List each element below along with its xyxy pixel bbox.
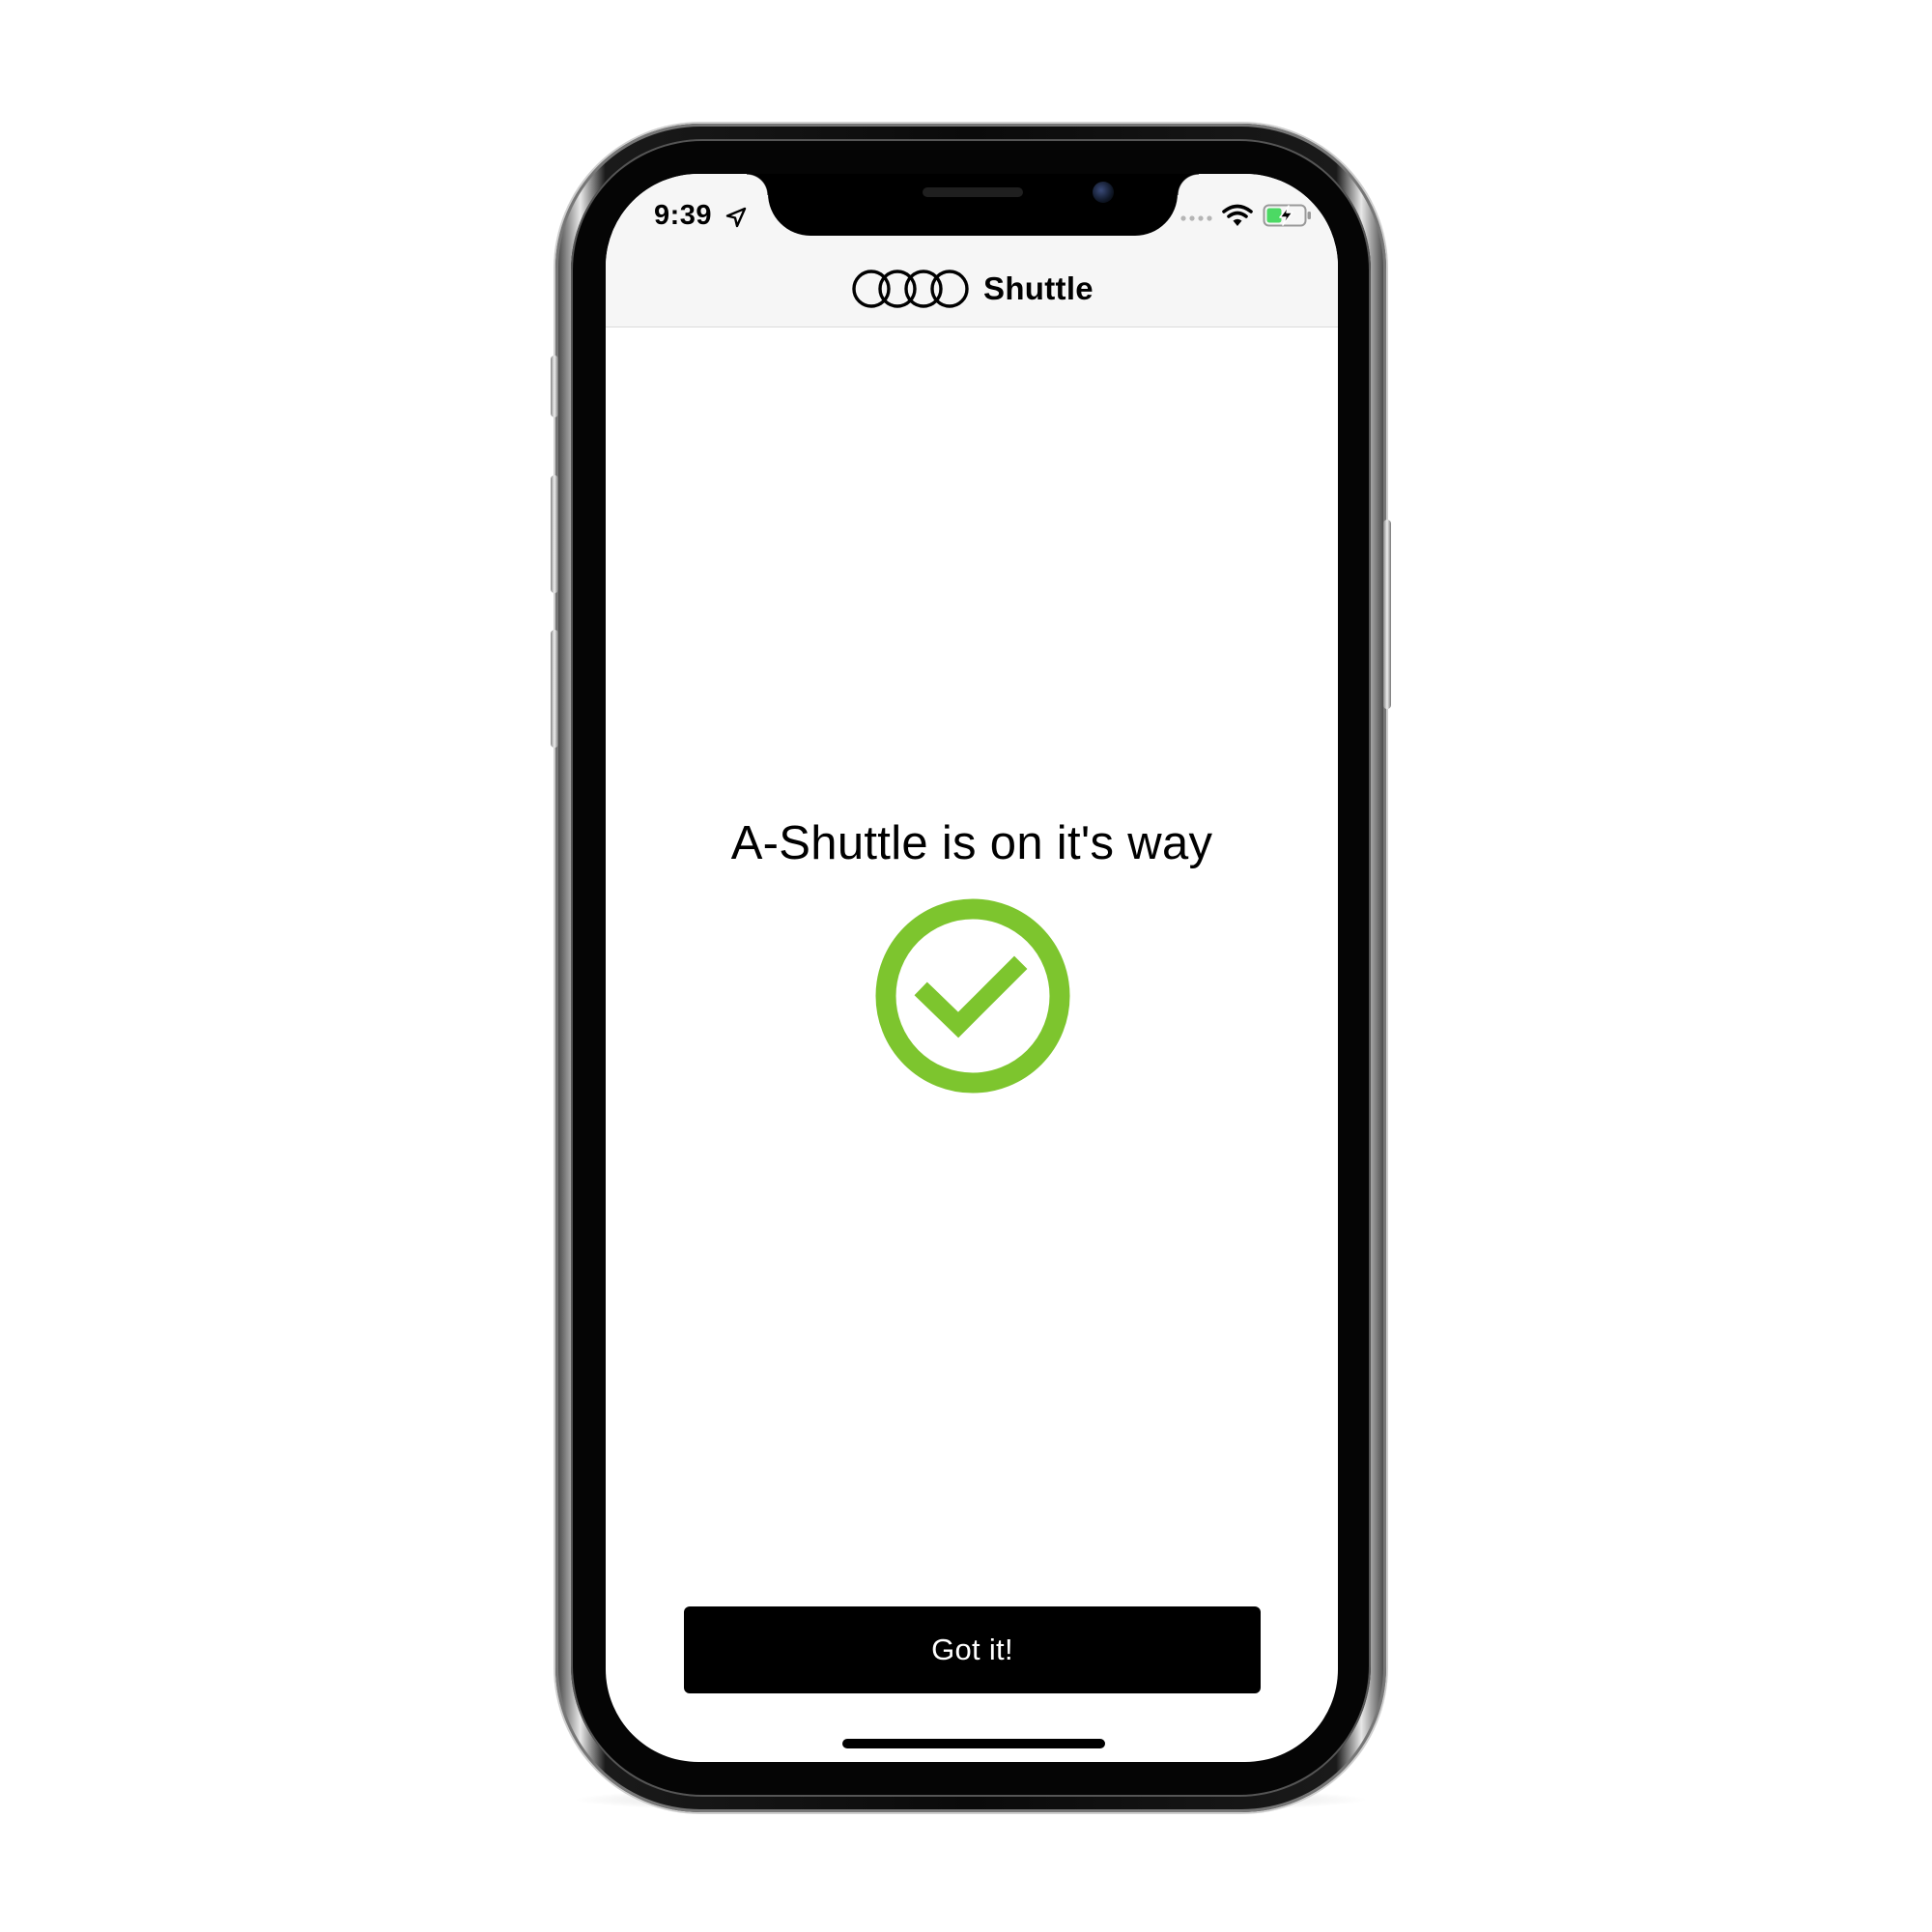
status-bar: 9:39 — [606, 174, 1338, 251]
page: 9:39 Shuttle A-Shuttle is on it's way Go… — [0, 0, 1932, 1932]
wifi-icon — [1222, 204, 1253, 226]
confirmation-headline: A-Shuttle is on it's way — [730, 817, 1213, 869]
app-screen: 9:39 Shuttle A-Shuttle is on it's way Go… — [606, 174, 1338, 1762]
status-time: 9:39 — [654, 200, 713, 231]
front-camera — [1093, 182, 1114, 203]
location-arrow-icon — [725, 207, 747, 228]
notch — [747, 174, 1199, 236]
checkmark-circle-icon — [875, 898, 1070, 1094]
four-rings-icon — [852, 270, 969, 308]
brand: Shuttle — [606, 251, 1338, 327]
volume-down-button — [551, 630, 558, 748]
speaker-grille — [923, 187, 1023, 197]
app-header: Shuttle — [606, 251, 1338, 327]
brand-name: Shuttle — [983, 270, 1094, 306]
signal-strength-icon — [1180, 215, 1212, 221]
volume-up-button — [551, 475, 558, 593]
got-it-button[interactable]: Got it! — [684, 1606, 1261, 1693]
battery-charging-icon — [1263, 204, 1311, 227]
power-button — [1383, 520, 1391, 709]
mute-switch — [551, 355, 558, 417]
home-indicator[interactable] — [842, 1739, 1105, 1748]
